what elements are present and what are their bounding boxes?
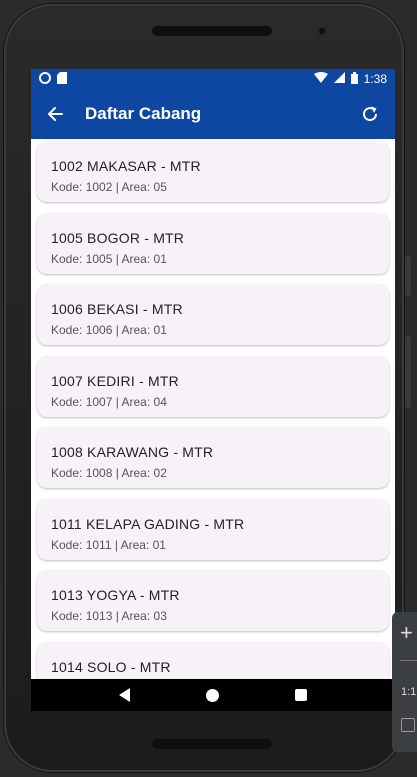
front-camera — [317, 26, 327, 36]
bottom-speaker — [152, 739, 272, 749]
sd-card-icon — [57, 71, 67, 87]
fit-screen-icon[interactable] — [401, 718, 415, 732]
zoom-in-icon[interactable]: + — [400, 620, 413, 646]
device-frame: 1:38 Daftar Cabang 1002 MAKASAR - MTR Ko… — [4, 4, 404, 772]
branch-details: Kode: 1013 | Area: 03 — [51, 609, 167, 623]
wifi-icon — [313, 72, 328, 86]
list-item[interactable]: 1002 MAKASAR - MTR Kode: 1002 | Area: 05 — [37, 141, 389, 202]
notification-circle-icon — [39, 71, 51, 87]
branch-name: 1006 BEKASI - MTR — [51, 301, 183, 317]
branch-list: 1002 MAKASAR - MTR Kode: 1002 | Area: 05… — [31, 139, 395, 679]
branch-name: 1007 KEDIRI - MTR — [51, 373, 179, 389]
system-nav-bar — [31, 679, 395, 711]
device-screen: 1:38 Daftar Cabang 1002 MAKASAR - MTR Ko… — [31, 69, 395, 711]
top-speaker — [152, 26, 272, 36]
nav-home-icon[interactable] — [206, 688, 219, 702]
nav-back-icon[interactable] — [119, 688, 130, 702]
branch-name: 1014 SOLO - MTR — [51, 659, 171, 675]
list-item[interactable]: 1007 KEDIRI - MTR Kode: 1007 | Area: 04 — [37, 356, 389, 417]
refresh-icon[interactable] — [361, 105, 379, 123]
branch-details: Kode: 1006 | Area: 01 — [51, 323, 167, 337]
branch-details: Kode: 1007 | Area: 04 — [51, 395, 167, 409]
status-bar: 1:38 — [31, 69, 395, 89]
status-time: 1:38 — [363, 72, 387, 86]
branch-name: 1013 YOGYA - MTR — [51, 587, 180, 603]
zoom-ratio-button[interactable]: 1:1 — [401, 686, 416, 698]
divider — [400, 660, 417, 661]
branch-details: Kode: 1008 | Area: 02 — [51, 466, 167, 480]
branch-details: Kode: 1011 | Area: 01 — [51, 538, 166, 552]
page-title: Daftar Cabang — [85, 104, 202, 123]
list-item[interactable]: 1013 YOGYA - MTR Kode: 1013 | Area: 03 — [37, 570, 389, 631]
emulator-zoom-panel: + 1:1 — [392, 612, 417, 752]
arrow-back-icon[interactable] — [47, 106, 63, 122]
power-button — [405, 256, 411, 296]
branch-name: 1002 MAKASAR - MTR — [51, 158, 201, 174]
branch-name: 1005 BOGOR - MTR — [51, 230, 185, 246]
branch-details: Kode: 1002 | Area: 05 — [51, 180, 167, 194]
app-bar: Daftar Cabang — [31, 89, 395, 139]
nav-recents-icon[interactable] — [295, 689, 307, 701]
battery-icon — [350, 71, 358, 87]
volume-button — [405, 336, 411, 408]
list-item[interactable]: 1006 BEKASI - MTR Kode: 1006 | Area: 01 — [37, 284, 389, 345]
list-item[interactable]: 1014 SOLO - MTR — [37, 642, 389, 679]
signal-icon — [333, 72, 345, 86]
branch-details: Kode: 1005 | Area: 01 — [51, 252, 167, 266]
list-item[interactable]: 1005 BOGOR - MTR Kode: 1005 | Area: 01 — [37, 213, 389, 274]
list-item[interactable]: 1008 KARAWANG - MTR Kode: 1008 | Area: 0… — [37, 427, 389, 488]
branch-name: 1011 KELAPA GADING - MTR — [51, 516, 245, 532]
list-item[interactable]: 1011 KELAPA GADING - MTR Kode: 1011 | Ar… — [37, 499, 389, 560]
branch-name: 1008 KARAWANG - MTR — [51, 444, 214, 460]
